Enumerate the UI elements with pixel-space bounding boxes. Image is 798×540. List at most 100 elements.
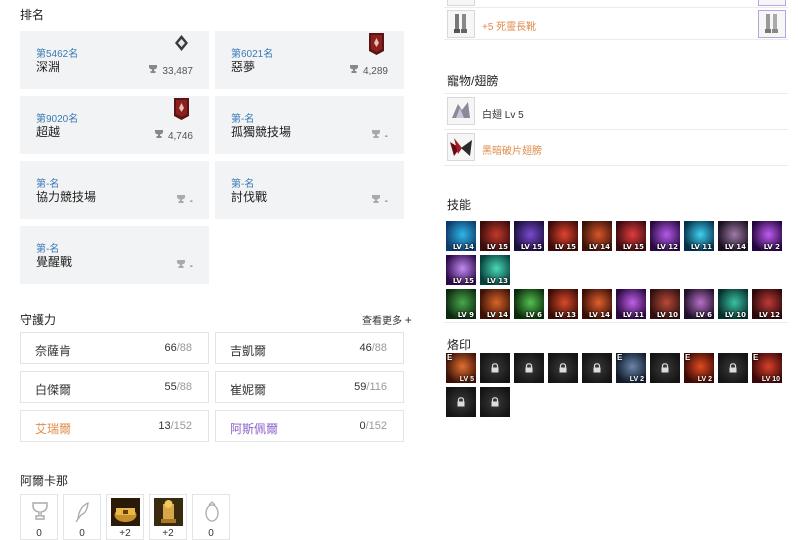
guardian-value: 55/88 [164,381,192,393]
ranking-card[interactable]: 第9020名 超越 4,746 [20,96,209,154]
skill-level: LV 15 [452,277,474,285]
skill-icon[interactable]: LV 11 [616,289,646,319]
guardian-more-label[interactable]: 查看更多 [362,316,402,327]
guardian-card[interactable]: 吉凱爾 46/88 [215,332,404,364]
rune-slot[interactable]: E LV 5 [446,353,476,383]
trophy-icon [148,65,158,77]
skill-level: LV 15 [520,243,542,251]
trophy-icon [176,260,186,272]
skill-icon[interactable]: LV 14 [480,289,510,319]
guardian-card[interactable]: 阿斯佩爾 0/152 [215,410,404,442]
plus-icon[interactable]: + [405,313,412,327]
arcana-slot[interactable]: 0 [20,494,58,540]
rune-slot-locked[interactable] [514,353,544,383]
guardian-max: /88 [371,342,387,354]
feather-outline-icon [68,498,97,526]
boots-label: +5 死靈長靴 [482,22,537,33]
ranking-score-value: 33,487 [162,65,193,77]
skill-icon[interactable]: LV 14 [582,289,612,319]
skill-icon[interactable]: LV 14 [582,221,612,251]
lock-icon [593,363,601,373]
arcana-slot[interactable]: 0 [63,494,101,540]
rune-slot[interactable]: E LV 2 [616,353,646,383]
rune-slot[interactable]: E LV 2 [684,353,714,383]
skill-icon[interactable]: LV 13 [480,255,510,285]
ranking-score-value: - [189,260,193,272]
lock-icon [491,397,499,407]
skill-icon[interactable]: LV 15 [616,221,646,251]
skill-icon[interactable]: LV 6 [684,289,714,319]
ranking-card[interactable]: 第-名 討伐戰 - [215,161,404,219]
rune-grade: E [447,353,453,362]
trophy-outline-icon [25,498,54,526]
ring-outline-icon [197,498,226,526]
skill-level: LV 13 [554,311,576,319]
skill-icon[interactable]: LV 15 [480,221,510,251]
skill-icon[interactable]: LV 15 [548,221,578,251]
skill-icon[interactable]: LV 10 [650,289,680,319]
skill-icon[interactable]: LV 14 [718,221,748,251]
skill-level: LV 10 [656,311,678,319]
diamond-emblem-icon [174,33,189,55]
guardian-max: /88 [176,342,192,354]
equipment-row-boots[interactable]: +5 死靈長靴 [444,8,788,40]
skill-level: LV 2 [763,243,780,251]
guardian-card[interactable]: 奈薩肯 66/88 [20,332,209,364]
rune-slot-locked[interactable] [650,353,680,383]
guardian-value: 0/152 [359,420,387,432]
pet-row[interactable]: 白翅 Lv 5 [444,94,788,130]
ranking-card[interactable]: 第-名 覺醒戰 - [20,226,209,284]
ranking-score-value: 4,746 [167,130,193,142]
runes-title: 烙印 [447,338,472,352]
rune-slot-locked[interactable] [548,353,578,383]
guardian-card[interactable]: 白傑爾 55/88 [20,371,209,403]
boots-compare-icon[interactable] [758,10,786,38]
ranking-card[interactable]: 第6021名 惡夢 4,289 [215,31,404,89]
rune-slot-locked[interactable] [480,387,510,417]
skill-icon[interactable]: LV 12 [650,221,680,251]
rune-level: LV 2 [629,376,644,383]
skill-icon[interactable]: LV 11 [684,221,714,251]
guardian-name: 白傑爾 [35,383,72,397]
guardian-name: 艾瑞爾 [35,422,72,436]
guardian-more-link[interactable]: 查看更多 + [362,312,412,327]
guardian-card[interactable]: 艾瑞爾 13/152 [20,410,209,442]
wings-row[interactable]: 黑暗破片翅膀 [444,130,788,166]
guardian-card[interactable]: 崔妮爾 59/116 [215,371,404,403]
skill-icon[interactable]: LV 12 [752,289,782,319]
rune-grade: E [617,353,623,362]
ranking-score: - [371,130,388,142]
skill-icon[interactable]: LV 13 [548,289,578,319]
ranking-card[interactable]: 第-名 協力競技場 - [20,161,209,219]
skill-level: LV 12 [656,243,678,251]
skill-icon[interactable]: LV 15 [446,255,476,285]
rune-slot-locked[interactable] [480,353,510,383]
rune-slot-locked[interactable] [446,387,476,417]
skill-level: LV 6 [695,311,712,319]
rune-level: LV 2 [697,376,712,383]
red-banner-emblem-icon [369,33,384,55]
skill-icon[interactable]: LV 10 [718,289,748,319]
arcana-value: 0 [208,528,214,539]
ranking-card[interactable]: 第5462名 深淵 33,487 [20,31,209,89]
arcana-title: 阿爾卡那 [20,474,69,488]
guardian-max: /152 [365,420,387,432]
guardian-current: 55 [164,381,177,393]
arcana-slot[interactable]: 0 [192,494,230,540]
skill-icon[interactable]: LV 9 [446,289,476,319]
skill-icon[interactable]: LV 6 [514,289,544,319]
arcana-slot[interactable]: +2 [106,494,144,540]
guardian-name: 吉凱爾 [230,344,267,358]
skill-icon[interactable]: LV 15 [514,221,544,251]
rune-slot-locked[interactable] [582,353,612,383]
rune-slot[interactable]: E LV 10 [752,353,782,383]
ranking-card[interactable]: 第-名 孤獨競技場 - [215,96,404,154]
lock-icon [525,363,533,373]
skill-icon[interactable]: LV 2 [752,221,782,251]
rune-slot-locked[interactable] [718,353,748,383]
arcana-slot[interactable]: +2 [149,494,187,540]
skill-icon[interactable]: LV 14 [446,221,476,251]
guardian-current: 66 [164,342,177,354]
red-banner-emblem-icon [174,98,189,120]
pet-icon [447,97,475,125]
